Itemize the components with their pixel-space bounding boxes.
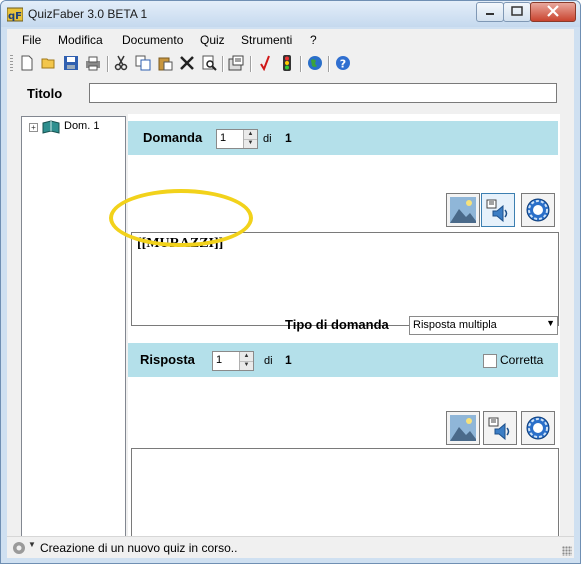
question-settings-button[interactable] [521,193,555,227]
question-type-label: Tipo di domanda [285,317,389,332]
window-title: QuizFaber 3.0 BETA 1 [28,7,148,21]
menu-modifica[interactable]: Modifica [58,33,103,47]
question-label: Domanda [143,130,203,145]
open-icon[interactable] [41,55,57,71]
help-icon[interactable]: ? [335,55,351,71]
question-number-value: 1 [220,132,227,144]
print-icon[interactable] [85,55,101,71]
svg-text:?: ? [340,58,346,71]
check-icon[interactable] [257,55,273,71]
menu-bar: File Modifica Documento Quiz Strumenti ? [7,29,574,51]
traffic-light-icon[interactable] [279,55,295,71]
image-icon [450,197,476,223]
answer-settings-button[interactable] [521,411,555,445]
toolbar-grip[interactable] [10,55,13,73]
minimize-button[interactable] [476,2,504,22]
editor-panel: Domanda 1 ▲ ▼ di 1 [[MURAZZI]] Tipo di d… [128,114,560,545]
toolbar-separator [300,56,302,72]
image-icon [450,415,476,441]
question-type-select[interactable]: Risposta multipla ▼ [409,316,558,335]
caret-down-icon[interactable]: ▼ [28,540,36,549]
answer-image-button[interactable] [446,411,480,445]
answer-label: Risposta [140,352,195,367]
audio-icon [488,417,510,441]
maximize-icon [511,6,523,16]
toolbar-separator [328,56,330,72]
cut-icon[interactable] [113,55,129,71]
stepper-down-icon[interactable]: ▼ [240,361,253,370]
title-bar[interactable]: qF QuizFaber 3.0 BETA 1 [1,1,580,27]
menu-file[interactable]: File [22,33,41,47]
toolbar: ? [7,53,574,75]
new-icon[interactable] [19,55,35,71]
audio-icon [486,199,508,223]
correct-label: Corretta [500,353,544,367]
answer-number-stepper[interactable]: 1 ▲ ▼ [212,351,254,371]
question-type-value: Risposta multipla [413,319,497,331]
question-header: Domanda 1 ▲ ▼ di 1 [128,121,558,155]
status-bar: ▼ Creazione di un nuovo quiz in corso.. [7,536,574,558]
app-icon: qF [7,7,23,22]
question-total: 1 [285,131,292,145]
chevron-down-icon: ▼ [546,318,555,328]
stepper-buttons: ▲ ▼ [239,352,253,370]
menu-help[interactable]: ? [310,33,317,47]
minimize-icon [486,13,494,15]
question-image-button[interactable] [446,193,480,227]
app-window: qF QuizFaber 3.0 BETA 1 File Modifica Do… [0,0,581,564]
answer-text-editor[interactable] [131,448,559,545]
gear-icon[interactable] [12,541,26,555]
globe-icon[interactable] [307,55,323,71]
svg-text:qF: qF [8,11,22,22]
correct-checkbox[interactable] [483,354,497,368]
question-audio-button[interactable] [481,193,515,227]
resize-grip[interactable] [562,546,572,556]
settings-icon [526,198,550,222]
toolbar-separator [222,56,224,72]
question-of-label: di [263,133,272,145]
question-number-stepper[interactable]: 1 ▲ ▼ [216,129,258,149]
close-icon [547,5,559,17]
title-label: Titolo [27,86,63,101]
menu-quiz[interactable]: Quiz [200,33,225,47]
copy-icon[interactable] [135,55,151,71]
toolbar-separator [107,56,109,72]
stepper-buttons: ▲ ▼ [243,130,257,148]
tree-expand-toggle[interactable]: + [29,123,38,132]
tree-item-dom-1[interactable]: Dom. 1 [64,120,99,132]
answer-number-value: 1 [216,354,223,366]
question-tree[interactable]: + Dom. 1 [21,116,126,543]
settings-icon [526,416,550,440]
stepper-down-icon[interactable]: ▼ [244,139,257,148]
answer-audio-button[interactable] [483,411,517,445]
maximize-button[interactable] [503,2,531,22]
title-input[interactable] [89,83,557,103]
answer-header: Risposta 1 ▲ ▼ di 1 Corretta [128,343,558,377]
answer-total: 1 [285,353,292,367]
client-area: File Modifica Documento Quiz Strumenti ? [7,29,574,558]
highlight-ellipse [109,189,253,247]
paste-icon[interactable] [157,55,173,71]
properties-icon[interactable] [228,55,244,71]
answer-of-label: di [264,355,273,367]
status-text: Creazione di un nuovo quiz in corso.. [40,541,238,555]
menu-documento[interactable]: Documento [122,33,183,47]
save-icon[interactable] [63,55,79,71]
preview-icon[interactable] [201,55,217,71]
menu-strumenti[interactable]: Strumenti [241,33,292,47]
delete-icon[interactable] [179,55,195,71]
close-button[interactable] [530,2,576,22]
toolbar-separator [250,56,252,72]
book-icon [42,120,60,134]
